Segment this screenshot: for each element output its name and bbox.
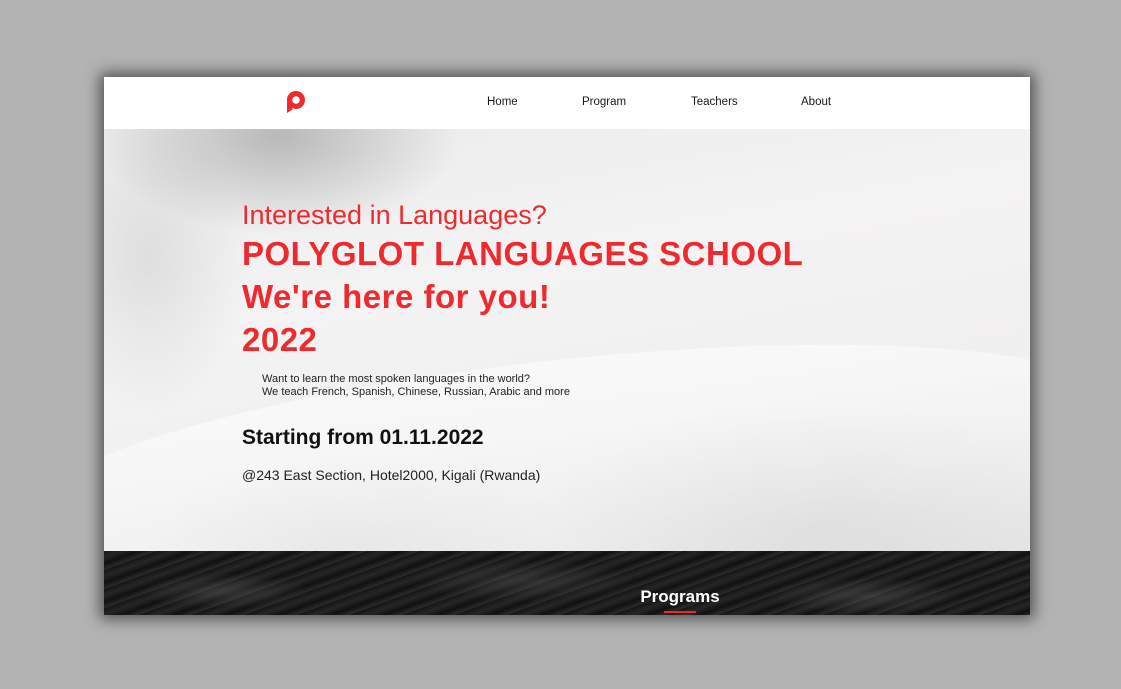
hero-title-school-name: POLYGLOT LANGUAGES SCHOOL bbox=[242, 235, 804, 272]
nav-link-teachers[interactable]: Teachers bbox=[691, 96, 738, 108]
hero-section: Interested in Languages? POLYGLOT LANGUA… bbox=[104, 129, 1030, 551]
start-date-heading: Starting from 01.11.2022 bbox=[242, 426, 484, 449]
programs-section: Programs bbox=[104, 551, 1030, 615]
navbar: Home Program Teachers About bbox=[104, 77, 1030, 129]
hero-subtitle-line-1: Want to learn the most spoken languages … bbox=[262, 373, 531, 385]
hero-title-tagline: We're here for you! bbox=[242, 278, 551, 315]
hero-title-year: 2022 bbox=[242, 321, 318, 358]
programs-heading-underline bbox=[664, 611, 696, 613]
school-address: @243 East Section, Hotel2000, Kigali (Rw… bbox=[242, 467, 541, 483]
hero-kicker: Interested in Languages? bbox=[242, 200, 547, 230]
nav-link-about[interactable]: About bbox=[801, 96, 831, 108]
polyglot-logo-icon[interactable] bbox=[286, 90, 306, 114]
browser-viewport: Home Program Teachers About Interested i… bbox=[104, 77, 1030, 615]
nav-link-program[interactable]: Program bbox=[582, 96, 626, 108]
nav-link-home[interactable]: Home bbox=[487, 96, 518, 108]
hero-subtitle-line-2: We teach French, Spanish, Chinese, Russi… bbox=[262, 386, 570, 398]
programs-heading: Programs bbox=[640, 587, 720, 606]
